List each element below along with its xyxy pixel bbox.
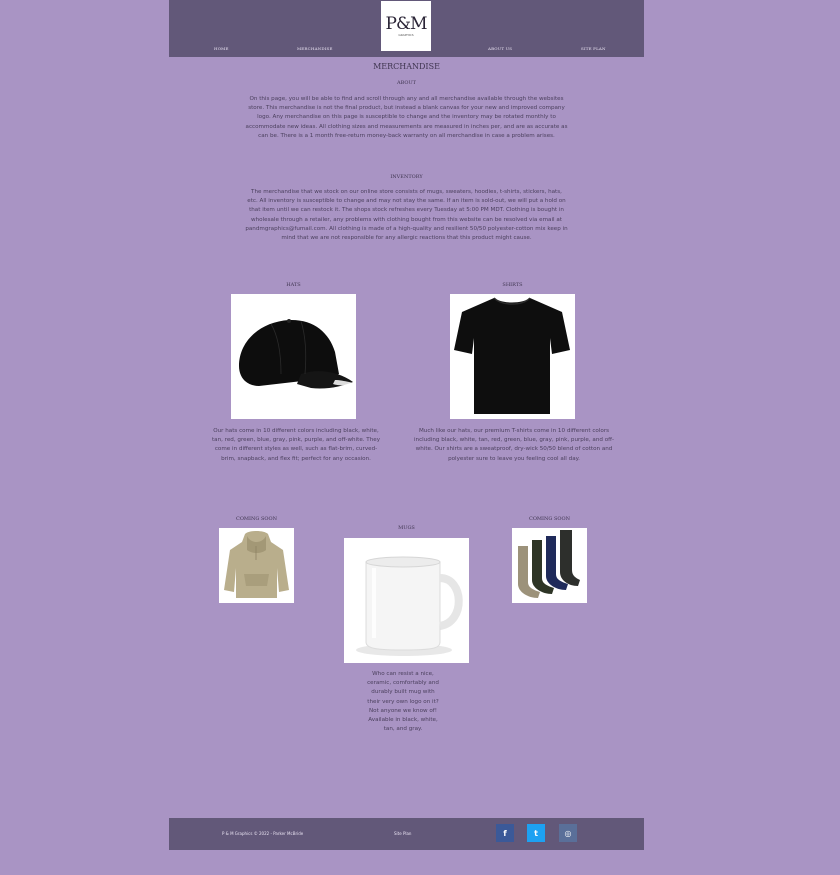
- logo[interactable]: P&M GRAPHICS: [381, 1, 431, 51]
- shirts-heading: Shirts: [502, 282, 523, 288]
- header: Home Merchandise P&M GRAPHICS About Us S…: [169, 0, 644, 57]
- shirts-text: Much like our hats, our premium T-shirts…: [413, 428, 614, 462]
- tshirt-icon: [454, 297, 570, 414]
- facebook-icon[interactable]: f: [496, 824, 514, 842]
- footer-copyright: P & M Graphics © 2022 - Parker McBride: [222, 831, 304, 836]
- inventory-heading: Inventory: [390, 174, 423, 180]
- socks-image: [512, 528, 587, 603]
- footer: P & M Graphics © 2022 - Parker McBride S…: [169, 818, 644, 850]
- shirt-image: [450, 294, 575, 419]
- hoodie-image: [219, 528, 294, 603]
- footer-site-plan-link[interactable]: Site Plan: [394, 831, 411, 836]
- about-text: On this page, you will be able to find a…: [245, 96, 568, 139]
- nav-home[interactable]: Home: [214, 46, 229, 51]
- mugs-text: Who can resist a nice, ceramic, comforta…: [367, 671, 439, 733]
- nav-about[interactable]: About Us: [488, 46, 512, 51]
- page: Home Merchandise P&M GRAPHICS About Us S…: [169, 0, 644, 875]
- mug-image: [344, 538, 469, 663]
- socks-coming-soon: Coming Soon: [529, 516, 570, 522]
- about-heading: About: [396, 80, 417, 86]
- inventory-text: The merchandise that we stock on our onl…: [245, 189, 568, 242]
- hats-text: Our hats come in 10 different colors inc…: [211, 428, 381, 462]
- hoodie-coming-soon: Coming Soon: [236, 516, 277, 522]
- logo-text: P&M: [385, 13, 428, 34]
- baseball-cap-icon: [239, 319, 353, 389]
- mugs-heading: Mugs: [398, 525, 415, 531]
- page-title: Merchandise: [373, 62, 440, 71]
- hoodie-icon: [224, 531, 289, 598]
- hats-heading: Hats: [286, 282, 301, 288]
- hat-image: [231, 294, 356, 419]
- twitter-icon[interactable]: t: [527, 824, 545, 842]
- socks-icon: [518, 530, 580, 598]
- nav-merchandise[interactable]: Merchandise: [297, 46, 333, 51]
- mug-icon: [356, 556, 463, 656]
- instagram-icon[interactable]: ◎: [559, 824, 577, 842]
- nav-site-plan[interactable]: Site Plan: [581, 46, 606, 51]
- logo-subtext: GRAPHICS: [398, 32, 414, 37]
